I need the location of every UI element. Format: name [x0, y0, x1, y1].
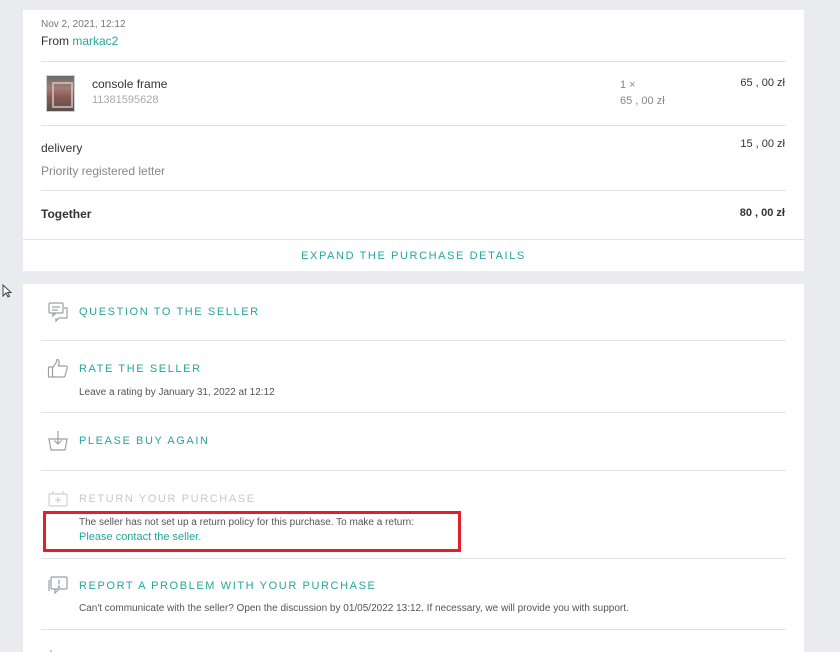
rate-seller-title[interactable]: RATE THE SELLER — [79, 363, 202, 375]
action-next[interactable] — [41, 630, 786, 652]
together-label: Together — [41, 207, 92, 221]
divider — [41, 125, 786, 126]
action-question-seller[interactable]: QUESTION TO THE SELLER — [41, 284, 786, 341]
item-name[interactable]: console frame — [92, 77, 167, 91]
thumbs-up-icon — [47, 358, 69, 380]
quantity-line: 1 × — [620, 79, 636, 91]
action-buy-again[interactable]: PLEASE BUY AGAIN — [41, 413, 786, 471]
together-price: 80 , 00 zł — [739, 207, 785, 219]
buy-again-title[interactable]: PLEASE BUY AGAIN — [79, 435, 210, 447]
unit-price: 65 , 00 zł — [620, 95, 665, 107]
seller-link[interactable]: markac2 — [72, 34, 118, 48]
delivery-method: Priority registered letter — [41, 164, 166, 178]
report-problem-title[interactable]: REPORT A PROBLEM WITH YOUR PURCHASE — [79, 580, 376, 592]
delivery-price: 15 , 00 zł — [740, 138, 785, 150]
rate-seller-deadline: Leave a rating by January 31, 2022 at 12… — [79, 387, 275, 398]
basket-download-icon — [47, 430, 69, 452]
from-label: From — [41, 34, 69, 48]
partial-icon — [47, 644, 69, 652]
order-from: From markac2 — [41, 34, 118, 48]
item-total-price: 65 , 00 zł — [740, 77, 785, 89]
alert-chat-icon — [47, 574, 69, 596]
report-problem-desc: Can't communicate with the seller? Open … — [79, 603, 629, 614]
action-report-problem[interactable]: REPORT A PROBLEM WITH YOUR PURCHASE Can'… — [41, 559, 786, 630]
question-seller-title[interactable]: QUESTION TO THE SELLER — [79, 306, 260, 318]
expand-purchase-details-button[interactable]: EXPAND THE PURCHASE DETAILS — [23, 239, 804, 271]
return-box-icon — [47, 488, 69, 510]
delivery-label: delivery — [41, 141, 83, 155]
divider — [41, 190, 786, 191]
order-date: Nov 2, 2021, 12:12 — [41, 19, 126, 30]
chat-icon — [47, 301, 69, 323]
purchase-actions-card: QUESTION TO THE SELLER RATE THE SELLER L… — [23, 284, 804, 652]
item-quantity: 1 × 65 , 00 zł — [620, 77, 665, 109]
divider — [41, 61, 786, 62]
annotation-highlight-box — [43, 511, 461, 552]
order-summary-card: Nov 2, 2021, 12:12 From markac2 console … — [23, 10, 804, 271]
item-thumbnail[interactable] — [46, 75, 75, 112]
action-rate-seller[interactable]: RATE THE SELLER Leave a rating by Januar… — [41, 341, 786, 413]
return-purchase-title: RETURN YOUR PURCHASE — [79, 493, 256, 505]
mouse-pointer-icon — [2, 284, 12, 298]
item-id: 11381595628 — [92, 94, 159, 106]
